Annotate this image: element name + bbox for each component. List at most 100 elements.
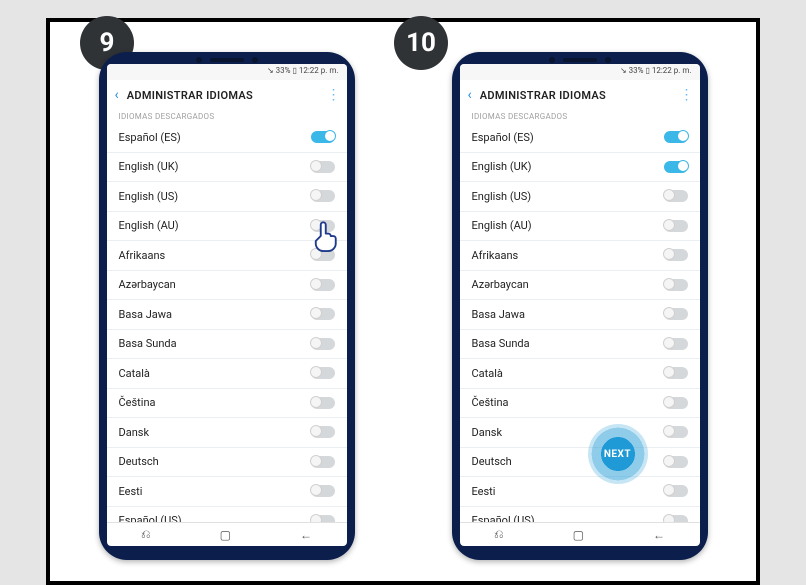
language-row[interactable]: Azərbaycan (460, 271, 700, 301)
language-toggle[interactable] (311, 426, 335, 438)
more-icon[interactable]: ⋮ (327, 87, 339, 103)
language-row[interactable]: Basa Sunda (107, 330, 347, 360)
language-row[interactable]: English (US) (107, 182, 347, 212)
language-toggle[interactable] (311, 338, 335, 350)
language-toggle[interactable] (664, 161, 688, 173)
language-toggle[interactable] (664, 131, 688, 143)
language-row[interactable]: Čeština (460, 389, 700, 419)
step-badge-10: 10 (394, 16, 448, 70)
language-toggle[interactable] (311, 220, 335, 232)
language-label: Basa Sunda (472, 337, 530, 350)
nav-back-icon[interactable]: ← (653, 528, 665, 542)
language-row[interactable]: Čeština (107, 389, 347, 419)
language-label: Čeština (472, 396, 509, 409)
language-toggle[interactable] (311, 190, 335, 202)
nav-recents-icon[interactable]: ⎌ (494, 527, 504, 542)
language-label: English (AU) (119, 219, 179, 232)
language-row[interactable]: English (UK) (107, 153, 347, 183)
system-nav-bar: ⎌ ▢ ← (107, 522, 347, 546)
language-toggle[interactable] (311, 456, 335, 468)
back-icon[interactable]: ‹ (115, 87, 119, 103)
language-toggle[interactable] (311, 249, 335, 261)
language-label: Dansk (119, 426, 150, 439)
language-list[interactable]: Español (ES) English (UK) English (US) Engl… (107, 123, 347, 522)
system-nav-bar: ⎌ ▢ ← (460, 522, 700, 546)
language-row[interactable]: Català (107, 359, 347, 389)
language-label: Basa Jawa (472, 308, 526, 321)
language-toggle[interactable] (664, 426, 688, 438)
language-label: Eesti (472, 485, 496, 498)
language-label: Deutsch (119, 455, 159, 468)
language-label: Español (ES) (119, 131, 181, 144)
language-row[interactable]: Deutsch (107, 448, 347, 478)
status-bar: ↘ 33% ▯ 12:22 p. m. (460, 64, 700, 80)
language-toggle[interactable] (664, 485, 688, 497)
language-label: English (AU) (472, 219, 532, 232)
more-icon[interactable]: ⋮ (680, 87, 692, 103)
appbar-title: ADMINISTRAR IDIOMAS (480, 89, 672, 102)
back-icon[interactable]: ‹ (468, 87, 472, 103)
language-row[interactable]: Afrikaans (460, 241, 700, 271)
nav-back-icon[interactable]: ← (300, 528, 312, 542)
language-toggle[interactable] (664, 308, 688, 320)
language-row[interactable]: Eesti (107, 477, 347, 507)
nav-home-icon[interactable]: ▢ (220, 528, 231, 542)
language-toggle[interactable] (311, 279, 335, 291)
section-label: IDIOMAS DESCARGADOS (107, 110, 347, 123)
language-row[interactable]: Español (US) (460, 507, 700, 523)
language-row[interactable]: Basa Jawa (107, 300, 347, 330)
language-label: English (UK) (119, 160, 179, 173)
phone-step-9: ↘ 33% ▯ 12:22 p. m. ‹ ADMINISTRAR IDIOMA… (99, 52, 355, 560)
language-toggle[interactable] (664, 279, 688, 291)
language-toggle[interactable] (664, 338, 688, 350)
language-label: Afrikaans (119, 249, 166, 262)
language-toggle[interactable] (664, 220, 688, 232)
language-toggle[interactable] (664, 456, 688, 468)
language-toggle[interactable] (664, 515, 688, 522)
status-bar: ↘ 33% ▯ 12:22 p. m. (107, 64, 347, 80)
language-row[interactable]: Eesti (460, 477, 700, 507)
language-toggle[interactable] (311, 367, 335, 379)
language-row[interactable]: Dansk (107, 418, 347, 448)
language-toggle[interactable] (311, 485, 335, 497)
nav-recents-icon[interactable]: ⎌ (141, 527, 151, 542)
language-row[interactable]: Dansk (460, 418, 700, 448)
language-row[interactable]: English (US) (460, 182, 700, 212)
language-toggle[interactable] (311, 308, 335, 320)
language-row[interactable]: English (UK) (460, 153, 700, 183)
language-toggle[interactable] (311, 131, 335, 143)
language-label: Español (US) (472, 514, 535, 522)
language-list[interactable]: Español (ES) English (UK) English (US) Engl… (460, 123, 700, 522)
language-row[interactable]: Español (US) (107, 507, 347, 523)
language-row[interactable]: Azərbaycan (107, 271, 347, 301)
language-row[interactable]: Català (460, 359, 700, 389)
language-label: Eesti (119, 485, 143, 498)
language-row[interactable]: English (AU) (460, 212, 700, 242)
language-label: Azərbaycan (472, 278, 529, 291)
language-row[interactable]: English (AU) (107, 212, 347, 242)
language-toggle[interactable] (311, 397, 335, 409)
nav-home-icon[interactable]: ▢ (573, 528, 584, 542)
language-toggle[interactable] (664, 397, 688, 409)
language-row[interactable]: Deutsch (460, 448, 700, 478)
language-toggle[interactable] (664, 190, 688, 202)
language-row[interactable]: Afrikaans (107, 241, 347, 271)
language-row[interactable]: Basa Jawa (460, 300, 700, 330)
language-toggle[interactable] (664, 367, 688, 379)
language-label: English (US) (472, 190, 532, 203)
language-toggle[interactable] (311, 161, 335, 173)
language-toggle[interactable] (664, 249, 688, 261)
language-row[interactable]: Basa Sunda (460, 330, 700, 360)
language-row[interactable]: Español (ES) (460, 123, 700, 153)
tutorial-diagram: 9 10 ↘ 33% ▯ 12:22 p. m. ‹ ADMINISTRAR I… (46, 18, 760, 585)
language-row[interactable]: Español (ES) (107, 123, 347, 153)
language-label: Basa Jawa (119, 308, 173, 321)
phone-step-10: ↘ 33% ▯ 12:22 p. m. ‹ ADMINISTRAR IDIOMA… (452, 52, 708, 560)
language-label: Español (US) (119, 514, 182, 522)
language-toggle[interactable] (311, 515, 335, 522)
language-label: Català (119, 367, 150, 380)
appbar-title: ADMINISTRAR IDIOMAS (127, 89, 319, 102)
language-label: Español (ES) (472, 131, 534, 144)
language-label: Azərbaycan (119, 278, 176, 291)
language-label: English (US) (119, 190, 179, 203)
